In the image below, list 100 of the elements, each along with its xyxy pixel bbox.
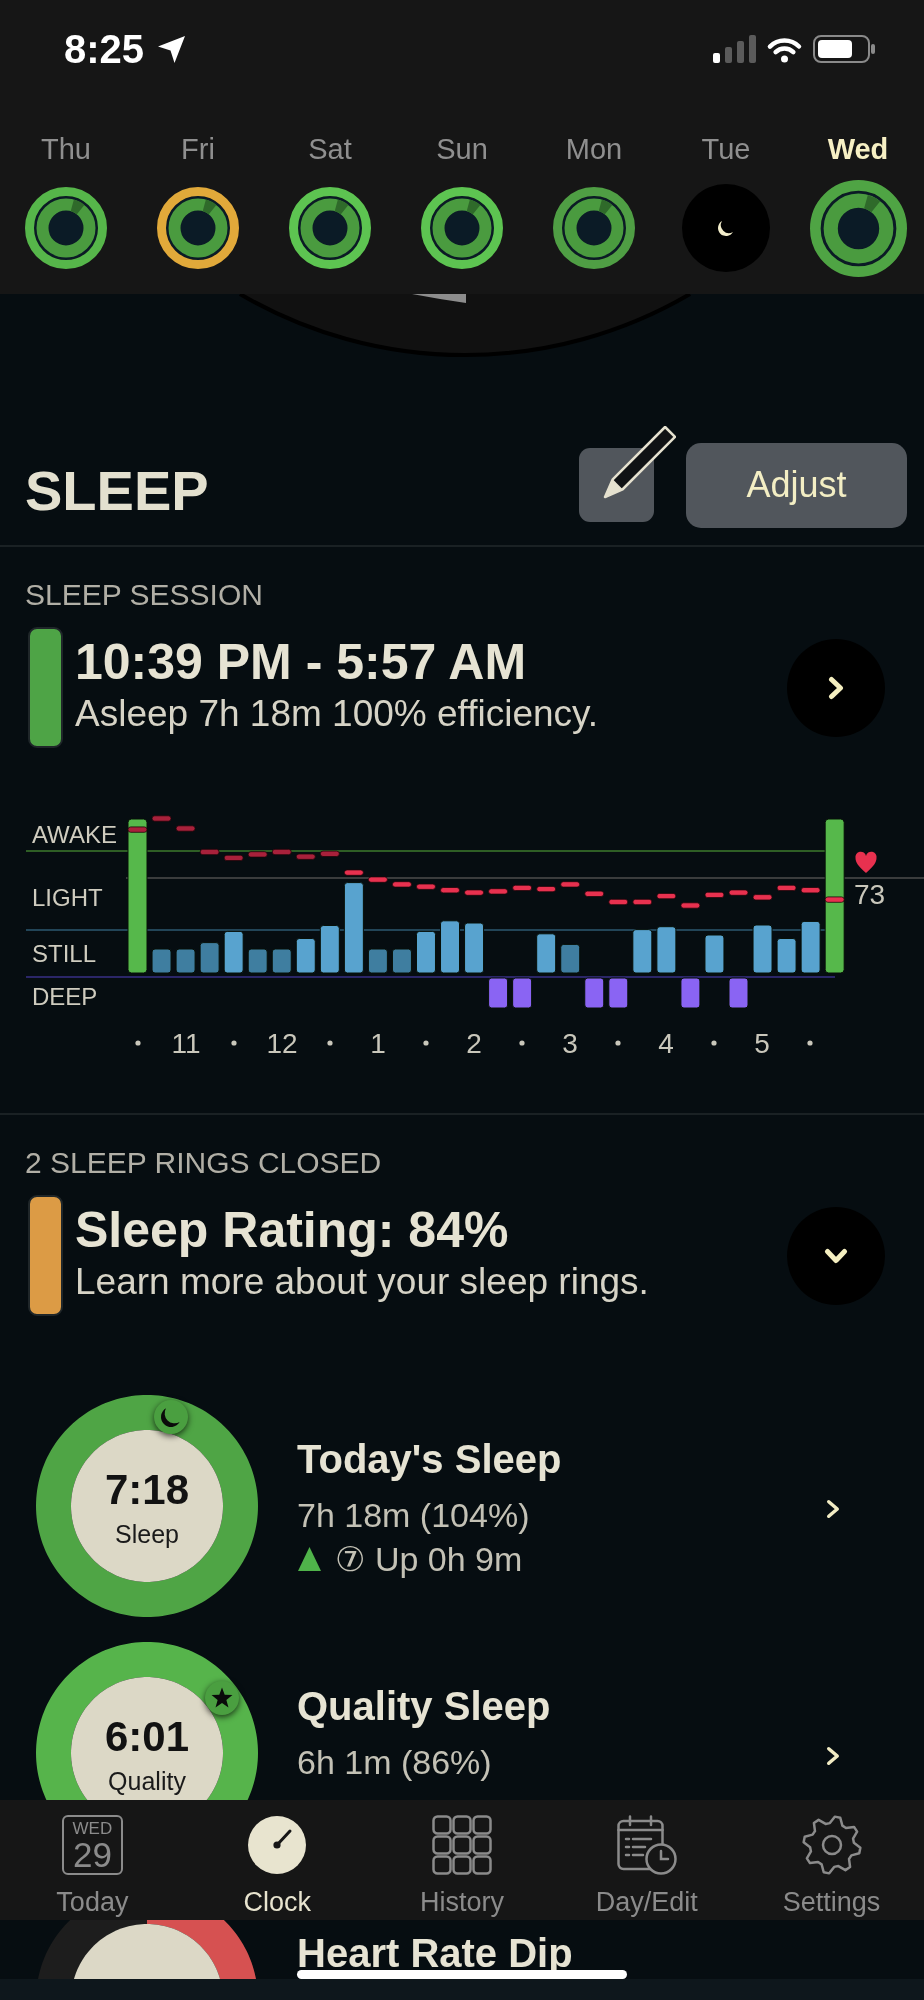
ring-caption: Sleep [115, 1519, 179, 1549]
axis-dot-icon [807, 1040, 813, 1046]
sleep-bar [536, 933, 557, 974]
grid-icon [432, 1815, 492, 1875]
ring-detail: 7h 18m (104%) [297, 1495, 531, 1536]
wifi-icon [766, 35, 803, 63]
hour-label: 12 [266, 1027, 298, 1059]
tab[interactable]: Clock [184, 1800, 370, 1920]
status-time: 8:25 [64, 26, 145, 73]
day-tab[interactable]: Sat [264, 131, 396, 278]
heart-rate-mark [416, 883, 436, 890]
axis-dot-icon [711, 1040, 717, 1046]
ring-value: 6:01 [104, 1713, 190, 1761]
deep-sleep-bar [608, 977, 629, 1009]
day-tab[interactable]: Tue [660, 131, 792, 278]
heart-rate-mark [824, 896, 845, 903]
summary-subtitle: Learn more about your sleep rings. [75, 1260, 649, 1304]
axis-dot-icon [615, 1040, 621, 1046]
heart-rate-mark [199, 848, 220, 856]
location-arrow-icon [157, 34, 187, 64]
heart-rate-mark [464, 889, 484, 896]
section-title: SLEEP [25, 461, 209, 521]
stage-label: AWAKE [32, 820, 117, 848]
heart-rate-mark [247, 851, 268, 858]
deep-sleep-bar [488, 977, 509, 1009]
sleep-bar [656, 926, 677, 974]
sleep-bar [175, 948, 196, 974]
sleep-bar [271, 948, 292, 974]
heart-rate-mark [704, 891, 725, 898]
chevron-right-icon[interactable] [826, 1746, 840, 1766]
summary-subtitle: Asleep 7h 18m 100% efficiency. [75, 692, 599, 736]
heart-rate-mark [343, 869, 364, 876]
day-tab[interactable]: Wed [792, 131, 924, 278]
battery-icon [813, 35, 875, 63]
ring-caption: Quality [108, 1766, 186, 1796]
ring-title: Today's Sleep [297, 1439, 562, 1479]
heart-rate-mark [776, 884, 797, 891]
day-tab[interactable]: Mon [528, 131, 660, 278]
heart-rate-mark [728, 889, 749, 896]
section-label: SLEEP SESSION [24, 577, 264, 613]
ring-value: 7:18 [104, 1466, 190, 1514]
deep-sleep-bar [728, 977, 749, 1009]
sleep-bar [800, 920, 821, 974]
heart-rate-mark [392, 881, 412, 888]
heart-rate-mark [488, 888, 508, 895]
sleep-bar [319, 925, 340, 974]
adjust-button[interactable]: Adjust [686, 442, 907, 528]
star-badge-icon [204, 1680, 240, 1716]
axis-dot-icon [327, 1040, 333, 1046]
section-label: 2 SLEEP RINGS CLOSED [24, 1145, 383, 1181]
sleep-bar [560, 943, 581, 974]
calendar-clock-icon [616, 1815, 677, 1875]
tab[interactable]: WED 29 Today [0, 1800, 185, 1920]
sleep-bar [752, 924, 773, 974]
sleep-bar [199, 942, 220, 974]
day-tab[interactable]: Thu [0, 131, 132, 278]
moon-icon [682, 184, 770, 272]
sleep-bar [247, 948, 268, 974]
day-tab[interactable]: Sun [396, 131, 528, 278]
tab[interactable]: Day/Edit [554, 1800, 740, 1920]
sleep-bar [776, 938, 797, 974]
heart-rate-mark [512, 884, 533, 891]
stage-label: LIGHT [32, 883, 103, 911]
heart-rate-value: 73 [854, 878, 886, 910]
heart-rate-mark [800, 887, 821, 894]
heart-rate-mark [752, 894, 773, 901]
tab[interactable]: Settings [739, 1800, 924, 1920]
axis-dot-icon [519, 1040, 525, 1046]
ring-title: Heart Rate Dip [297, 1933, 573, 1973]
heart-rate-mark [319, 850, 340, 857]
axis-dot-icon [135, 1040, 141, 1046]
heart-rate-mark [175, 825, 196, 832]
axis-dot-icon [231, 1040, 237, 1046]
heart-rate-mark [608, 898, 629, 906]
heart-rate-mark [151, 815, 172, 822]
heart-rate-mark [440, 887, 460, 894]
hour-label: 3 [562, 1027, 578, 1059]
tab[interactable]: History [369, 1800, 555, 1920]
heart-icon [855, 851, 877, 873]
heart-rate-mark [368, 876, 388, 883]
deep-sleep-bar [584, 977, 605, 1009]
chevron-right-icon [828, 675, 844, 700]
stage-label: DEEP [32, 982, 98, 1010]
sleep-bar [704, 934, 725, 974]
heart-rate-mark [680, 902, 701, 909]
chevron-down-icon [824, 1247, 848, 1264]
calendar-day: 29 [72, 1838, 112, 1872]
hour-label: 11 [171, 1027, 201, 1059]
clock-icon [247, 1815, 308, 1875]
stage-label: STILL [32, 939, 97, 967]
chevron-right-icon[interactable] [826, 1499, 840, 1519]
trend-text: ⑦ Up 0h 9m [335, 1539, 523, 1580]
sleep-bar [295, 938, 316, 974]
summary-title: Sleep Rating: 84% [75, 1202, 510, 1258]
moon-badge-icon [153, 1399, 189, 1435]
hour-label: 4 [658, 1027, 674, 1059]
hour-label: 2 [466, 1027, 482, 1059]
heart-rate-mark [656, 893, 677, 900]
sleep-bar [464, 922, 485, 974]
day-tab[interactable]: Fri [132, 131, 264, 278]
